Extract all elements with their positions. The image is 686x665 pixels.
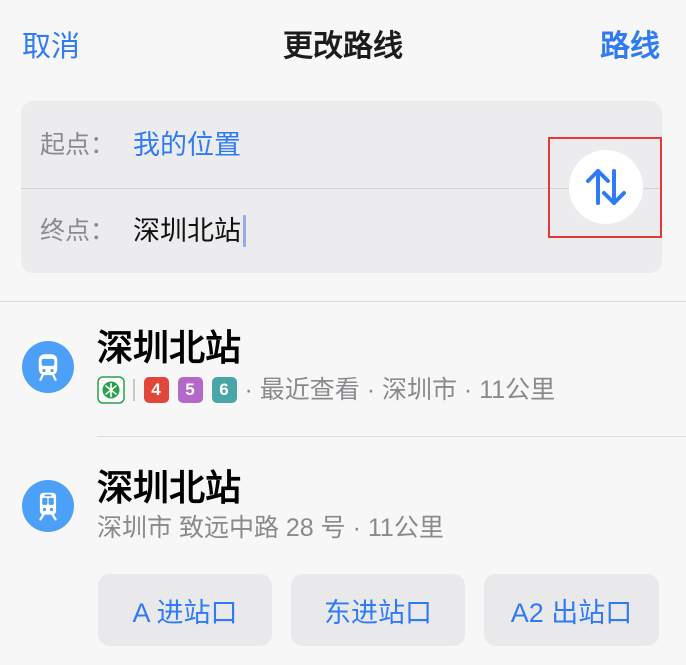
swap-up-down-arrows-icon (586, 169, 626, 205)
end-value: 深圳北站 (133, 216, 241, 246)
list-divider (97, 436, 686, 437)
section-divider (0, 301, 686, 302)
line-badge: 5 (177, 377, 203, 403)
page-title: 更改路线 (283, 30, 403, 63)
start-label: 起点： (40, 131, 116, 159)
end-field[interactable]: 终点： 深圳北站 (40, 214, 246, 248)
line-badge: 6 (211, 377, 237, 403)
route-form: 起点： 我的位置 终点： 深圳北站 (21, 101, 662, 273)
result-meta: · 最近查看 · 深圳市 · 11公里 (244, 376, 556, 404)
result-meta-row: 4 5 6 · 最近查看 · 深圳市 · 11公里 (97, 375, 677, 405)
result-title[interactable]: 深圳北站 (97, 466, 241, 510)
swap-button[interactable] (569, 150, 643, 224)
line-badge: 4 (143, 377, 169, 403)
route-button[interactable]: 路线 (600, 28, 660, 66)
start-field[interactable]: 起点： 我的位置 (40, 128, 241, 162)
result-meta: 深圳市 致远中路 28 号 · 11公里 (97, 514, 444, 542)
result-icon-circle (22, 480, 74, 532)
shenzhen-metro-logo-icon (97, 376, 125, 404)
entrance-button-east[interactable]: 东进站口 (291, 574, 465, 646)
text-cursor (243, 215, 246, 247)
logo-separator (133, 379, 135, 401)
train-icon (39, 492, 57, 521)
start-value[interactable]: 我的位置 (133, 128, 241, 162)
subway-icon (38, 354, 58, 381)
entrance-button-a[interactable]: A 进站口 (98, 574, 272, 646)
result-icon-circle (22, 341, 74, 393)
result-title[interactable]: 深圳北站 (97, 326, 241, 370)
exit-button-a2[interactable]: A2 出站口 (484, 574, 659, 646)
field-divider (21, 188, 662, 189)
end-input[interactable]: 深圳北站 (133, 214, 246, 248)
cancel-button[interactable]: 取消 (22, 28, 80, 66)
end-label: 终点： (40, 217, 116, 245)
